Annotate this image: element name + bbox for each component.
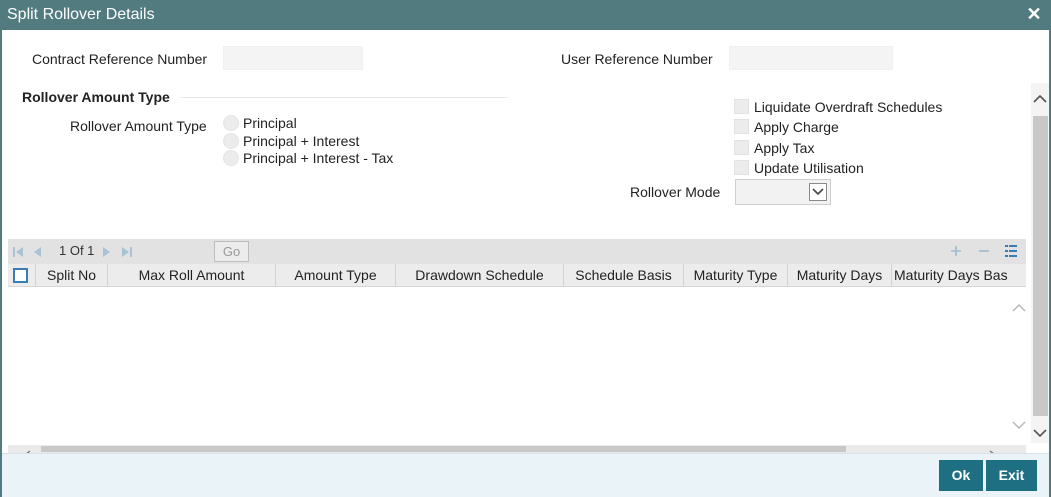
column-header-max-roll-amount[interactable]: Max Roll Amount [108,264,276,286]
window-frame-left [0,30,2,497]
radio-principal-interest-label: Principal + Interest [243,133,360,149]
user-reference-field[interactable] [729,46,893,70]
ok-button[interactable]: Ok [939,460,983,491]
column-header-maturity-type[interactable]: Maturity Type [684,264,788,286]
grid-scroll-up-icon[interactable] [1012,300,1026,316]
user-reference-label: User Reference Number [561,51,713,67]
dialog-footer [2,453,1049,497]
first-page-icon[interactable] [12,245,24,261]
scrollbar-thumb[interactable] [1033,116,1048,416]
form-vertical-scrollbar[interactable] [1031,83,1049,443]
column-header-drawdown-schedule[interactable]: Drawdown Schedule [396,264,564,286]
column-header-schedule-basis[interactable]: Schedule Basis [564,264,684,286]
window-title: Split Rollover Details [7,6,155,23]
radio-principal-label: Principal [243,115,297,131]
checkbox-apply-tax-label: Apply Tax [754,140,815,156]
grid-scroll-down-icon[interactable] [1012,417,1026,433]
checkbox-liquidate-overdraft[interactable] [734,99,749,114]
grid-header: Split No Max Roll Amount Amount Type Dra… [8,264,1026,287]
checkbox-apply-charge-label: Apply Charge [754,119,839,135]
single-view-icon[interactable] [1004,244,1018,261]
scroll-up-icon[interactable] [1033,91,1047,107]
grid-toolbar: 1 Of 1 Go [8,239,1026,264]
select-all-checkbox[interactable] [13,268,28,283]
select-all-column [8,264,36,286]
column-header-amount-type[interactable]: Amount Type [276,264,396,286]
close-icon[interactable]: ✕ [1025,4,1043,24]
contract-reference-label: Contract Reference Number [32,51,208,67]
go-button[interactable]: Go [214,241,249,262]
contract-reference-field[interactable] [223,46,363,70]
radio-principal-interest[interactable] [223,133,239,149]
radio-principal[interactable] [223,115,239,131]
prev-page-icon[interactable] [32,245,42,261]
scroll-down-icon[interactable] [1033,425,1047,441]
rollover-amount-type-section-title: Rollover Amount Type [22,89,170,105]
radio-principal-interest-tax-label: Principal + Interest - Tax [243,150,394,166]
checkbox-update-utilisation-label: Update Utilisation [754,160,864,176]
title-bar: Split Rollover Details ✕ [0,0,1051,30]
grid-vertical-scrollbar[interactable] [1010,292,1028,437]
column-header-maturity-days[interactable]: Maturity Days [788,264,892,286]
grid-body [8,287,1026,445]
grid-horizontal-scrollbar[interactable] [8,445,1026,458]
checkbox-apply-charge[interactable] [734,119,749,134]
checkbox-liquidate-overdraft-label: Liquidate Overdraft Schedules [754,99,943,115]
column-header-maturity-days-basis[interactable]: Maturity Days Bas [892,264,1026,286]
grid-pager-text: 1 Of 1 [59,243,95,258]
checkbox-update-utilisation[interactable] [734,160,749,175]
rollover-mode-label: Rollover Mode [630,184,721,200]
last-page-icon[interactable] [121,245,133,261]
exit-button[interactable]: Exit [986,460,1037,491]
checkbox-apply-tax[interactable] [734,140,749,155]
section-divider [180,97,508,98]
horizontal-scrollbar-thumb[interactable] [41,446,846,452]
rollover-mode-select[interactable] [735,179,831,205]
chevron-down-icon[interactable] [809,183,827,201]
column-header-split-no[interactable]: Split No [36,264,108,286]
radio-principal-interest-tax[interactable] [223,150,239,166]
add-row-icon[interactable] [950,244,962,260]
rollover-amount-type-label: Rollover Amount Type [70,118,207,134]
next-page-icon[interactable] [102,245,112,261]
delete-row-icon[interactable] [978,244,990,260]
